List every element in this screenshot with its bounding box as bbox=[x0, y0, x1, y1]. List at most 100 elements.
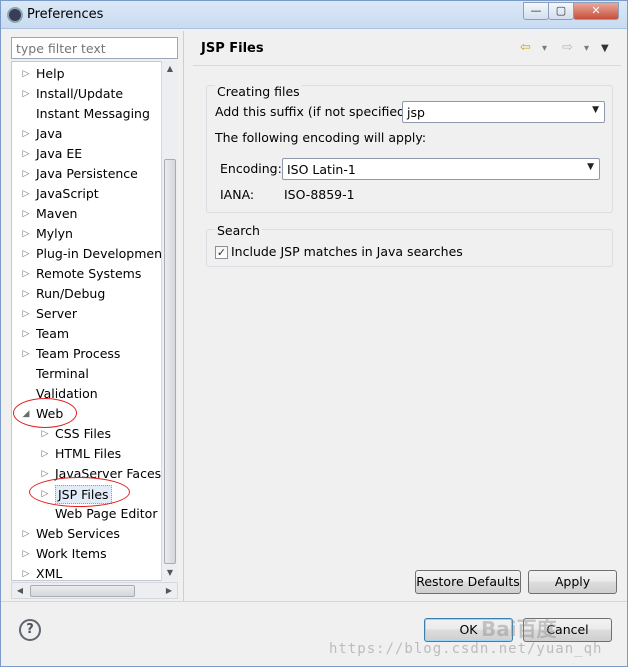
scroll-up-arrow-icon[interactable]: ▲ bbox=[162, 61, 178, 77]
tree-item[interactable]: Terminal bbox=[12, 364, 162, 384]
hscroll-thumb[interactable] bbox=[30, 585, 135, 597]
tree-item-label: Install/Update bbox=[36, 86, 124, 101]
tree-item[interactable]: Web Page Editor bbox=[12, 504, 162, 524]
tree-item[interactable]: ▷ Help bbox=[12, 64, 162, 84]
collapsed-arrow-icon[interactable]: ▷ bbox=[20, 204, 32, 224]
tree-item-label: Plug-in Development bbox=[36, 246, 167, 261]
tree-item[interactable]: ▷ Install/Update bbox=[12, 84, 162, 104]
tree-item[interactable]: ▷ Work Items bbox=[12, 544, 162, 564]
tree-item-label: Instant Messaging bbox=[36, 106, 150, 121]
encoding-label: Encoding: bbox=[220, 161, 282, 176]
tree-item[interactable]: ▷ Web Services bbox=[12, 524, 162, 544]
back-history-dropdown-icon[interactable]: ▾ bbox=[542, 43, 547, 54]
tree-item[interactable]: ▷ Mylyn bbox=[12, 224, 162, 244]
tree-item[interactable]: ▷ HTML Files bbox=[12, 444, 162, 464]
pane-divider[interactable] bbox=[183, 31, 184, 601]
tree-item-label: Java EE bbox=[36, 146, 83, 161]
tree-item[interactable]: ▷ Maven bbox=[12, 204, 162, 224]
window-title: Preferences bbox=[27, 7, 104, 22]
preferences-window: Preferences — ▢ ✕ ▷ Help ▷ Install/Update In… bbox=[0, 0, 628, 667]
creating-files-title: Creating files bbox=[215, 84, 302, 99]
include-jsp-checkbox[interactable]: ✓ bbox=[215, 246, 228, 259]
tree-item-label: CSS Files bbox=[55, 426, 111, 441]
tree-item-label: XML bbox=[36, 566, 63, 581]
tree-item[interactable]: ▷ Team bbox=[12, 324, 162, 344]
chevron-down-icon: ▼ bbox=[587, 162, 594, 172]
chevron-down-icon: ▼ bbox=[592, 105, 599, 115]
collapsed-arrow-icon[interactable]: ▷ bbox=[20, 64, 32, 84]
collapsed-arrow-icon[interactable]: ▷ bbox=[20, 264, 32, 284]
encoding-combo[interactable]: ISO Latin-1 ▼ bbox=[282, 158, 600, 180]
scroll-right-arrow-icon[interactable]: ▶ bbox=[161, 583, 177, 599]
include-jsp-label: Include JSP matches in Java searches bbox=[231, 244, 463, 259]
restore-defaults-button[interactable]: Restore Defaults bbox=[415, 570, 521, 594]
collapsed-arrow-icon[interactable]: ▷ bbox=[20, 524, 32, 544]
collapsed-arrow-icon[interactable]: ▷ bbox=[20, 344, 32, 364]
collapsed-arrow-icon[interactable]: ▷ bbox=[20, 144, 32, 164]
header-separator bbox=[193, 65, 621, 66]
tree-item[interactable]: ▷ Remote Systems bbox=[12, 264, 162, 284]
tree-item-label: Web Page Editor bbox=[55, 506, 158, 521]
tree-item-label: Team bbox=[36, 326, 70, 341]
minimize-button[interactable]: — bbox=[523, 2, 549, 20]
button-bar-separator bbox=[1, 601, 627, 602]
tree-item[interactable]: ▷ Run/Debug bbox=[12, 284, 162, 304]
tree-item-label: Help bbox=[36, 66, 65, 81]
collapsed-arrow-icon[interactable]: ▷ bbox=[20, 84, 32, 104]
collapsed-arrow-icon[interactable]: ▷ bbox=[20, 124, 32, 144]
collapsed-arrow-icon[interactable]: ▷ bbox=[20, 564, 32, 580]
close-button[interactable]: ✕ bbox=[573, 2, 619, 20]
suffix-value: jsp bbox=[407, 105, 425, 120]
title-bar: Preferences — ▢ ✕ bbox=[1, 1, 627, 29]
tree-item[interactable]: ▷ Plug-in Development bbox=[12, 244, 167, 264]
collapsed-arrow-icon[interactable]: ▷ bbox=[20, 284, 32, 304]
collapsed-arrow-icon[interactable]: ▷ bbox=[20, 224, 32, 244]
help-icon[interactable]: ? bbox=[19, 619, 41, 641]
tree-item[interactable]: ▷ Java bbox=[12, 124, 162, 144]
iana-value: ISO-8859-1 bbox=[284, 187, 355, 202]
search-group-title: Search bbox=[215, 223, 262, 238]
maximize-button[interactable]: ▢ bbox=[548, 2, 574, 20]
apply-button[interactable]: Apply bbox=[528, 570, 617, 594]
tree-item-label: Work Items bbox=[36, 546, 107, 561]
collapsed-arrow-icon[interactable]: ▷ bbox=[20, 184, 32, 204]
tree-item-label: HTML Files bbox=[55, 446, 122, 461]
iana-label: IANA: bbox=[220, 187, 255, 202]
back-arrow-icon[interactable]: ⇦ bbox=[520, 40, 531, 55]
annotation-circle-web bbox=[13, 398, 77, 428]
tree-item-label: Terminal bbox=[36, 366, 89, 381]
tree-item-label: Team Process bbox=[36, 346, 121, 361]
suffix-combo[interactable]: jsp ▼ bbox=[402, 101, 605, 123]
scroll-left-arrow-icon[interactable]: ◀ bbox=[12, 583, 28, 599]
scroll-thumb[interactable] bbox=[164, 159, 176, 564]
tree-item[interactable]: Instant Messaging bbox=[12, 104, 162, 124]
tree-item[interactable]: ▷ Server bbox=[12, 304, 162, 324]
tree-item-label: Maven bbox=[36, 206, 78, 221]
filter-input[interactable] bbox=[16, 41, 173, 56]
tree-item[interactable]: ▷ XML bbox=[12, 564, 162, 581]
baidu-watermark-logo: Bai百度 bbox=[481, 617, 557, 641]
filter-field[interactable] bbox=[11, 37, 178, 59]
encoding-note: The following encoding will apply: bbox=[215, 130, 427, 145]
tree-item-label: Web Services bbox=[36, 526, 120, 541]
url-watermark: https://blog.csdn.net/yuan_qh bbox=[329, 641, 603, 657]
annotation-circle-jsp-files bbox=[29, 477, 130, 507]
collapsed-arrow-icon[interactable]: ▷ bbox=[39, 444, 51, 464]
scroll-down-arrow-icon[interactable]: ▼ bbox=[162, 565, 178, 581]
collapsed-arrow-icon[interactable]: ▷ bbox=[20, 244, 32, 264]
view-menu-icon[interactable]: ▼ bbox=[601, 43, 609, 54]
tree-horizontal-scrollbar[interactable]: ◀ ▶ bbox=[11, 582, 178, 599]
collapsed-arrow-icon[interactable]: ▷ bbox=[20, 164, 32, 184]
tree-item-label: Java Persistence bbox=[36, 166, 138, 181]
tree-vertical-scrollbar[interactable]: ▲ ▼ bbox=[161, 61, 178, 581]
collapsed-arrow-icon[interactable]: ▷ bbox=[20, 324, 32, 344]
collapsed-arrow-icon[interactable]: ▷ bbox=[20, 544, 32, 564]
tree-item[interactable]: ▷ Java Persistence bbox=[12, 164, 162, 184]
collapsed-arrow-icon[interactable]: ▷ bbox=[20, 304, 32, 324]
page-title: JSP Files bbox=[201, 41, 264, 56]
forward-arrow-icon: ⇨ bbox=[562, 40, 573, 55]
suffix-label: Add this suffix (if not specified): bbox=[215, 104, 415, 119]
tree-item[interactable]: ▷ Team Process bbox=[12, 344, 162, 364]
tree-item[interactable]: ▷ Java EE bbox=[12, 144, 162, 164]
tree-item[interactable]: ▷ JavaScript bbox=[12, 184, 162, 204]
